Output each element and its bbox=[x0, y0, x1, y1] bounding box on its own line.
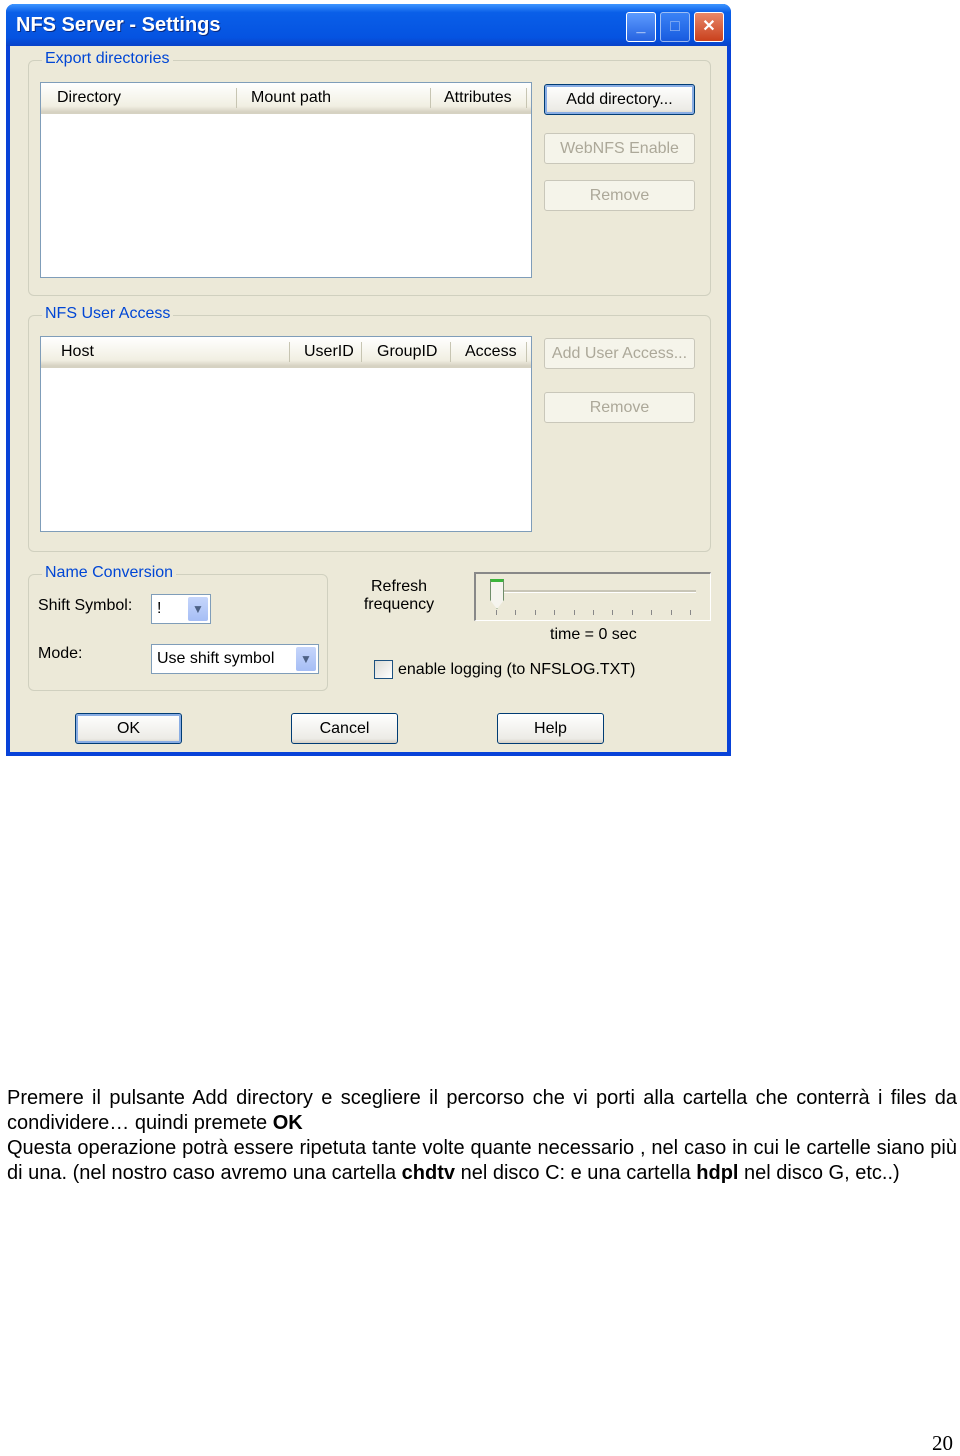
list-header: Directory Mount path Attributes bbox=[41, 83, 531, 114]
column-userid[interactable]: UserID bbox=[304, 343, 354, 361]
refresh-label: Refresh frequency bbox=[363, 578, 435, 613]
user-access-list[interactable]: Host UserID GroupID Access bbox=[40, 336, 532, 532]
column-access[interactable]: Access bbox=[465, 343, 517, 361]
document-body: Premere il pulsante Add directory e sceg… bbox=[7, 1086, 957, 1186]
column-mount-path[interactable]: Mount path bbox=[251, 89, 331, 107]
name-conversion-legend: Name Conversion bbox=[42, 564, 177, 582]
slider-tick bbox=[631, 610, 633, 615]
enable-logging-checkbox[interactable] bbox=[374, 660, 393, 679]
shift-symbol-value: ! bbox=[157, 600, 162, 617]
column-host[interactable]: Host bbox=[61, 343, 94, 361]
close-icon[interactable]: ✕ bbox=[694, 12, 724, 42]
paragraph-2: Questa operazione potrà essere ripetuta … bbox=[7, 1137, 957, 1184]
add-user-access-button[interactable]: Add User Access... bbox=[544, 338, 695, 369]
enable-logging-label[interactable]: enable logging (to NFSLOG.TXT) bbox=[398, 661, 635, 679]
help-button[interactable]: Help bbox=[497, 713, 604, 744]
shift-symbol-label: Shift Symbol: bbox=[38, 597, 133, 614]
remove-directory-button[interactable]: Remove bbox=[544, 180, 695, 211]
column-attributes[interactable]: Attributes bbox=[444, 89, 512, 107]
slider-tick bbox=[593, 610, 594, 615]
cancel-button[interactable]: Cancel bbox=[291, 713, 398, 744]
column-groupid[interactable]: GroupID bbox=[377, 343, 437, 361]
refresh-frequency-slider[interactable] bbox=[474, 572, 711, 621]
slider-tick bbox=[554, 610, 556, 615]
mode-label: Mode: bbox=[38, 645, 83, 662]
webnfs-enable-button[interactable]: WebNFS Enable bbox=[544, 133, 695, 164]
list-header: Host UserID GroupID Access bbox=[41, 337, 531, 368]
remove-user-access-button[interactable]: Remove bbox=[544, 392, 695, 423]
title-bar[interactable]: NFS Server - Settings _ □ ✕ bbox=[6, 4, 731, 46]
shift-symbol-select[interactable]: ! ▼ bbox=[151, 594, 211, 624]
slider-track bbox=[490, 590, 696, 593]
minimize-icon[interactable]: _ bbox=[626, 12, 656, 42]
slider-tick bbox=[651, 610, 653, 615]
paragraph-1: Premere il pulsante Add directory e sceg… bbox=[7, 1087, 957, 1134]
slider-tick bbox=[573, 610, 575, 615]
mode-select[interactable]: Use shift symbol ▼ bbox=[151, 644, 319, 674]
window-title: NFS Server - Settings bbox=[16, 14, 221, 36]
export-directories-legend: Export directories bbox=[42, 50, 173, 68]
mode-value: Use shift symbol bbox=[157, 650, 275, 667]
nfs-user-access-legend: NFS User Access bbox=[42, 305, 174, 323]
slider-tick bbox=[496, 610, 497, 615]
chevron-down-icon[interactable]: ▼ bbox=[188, 597, 208, 621]
slider-thumb[interactable] bbox=[490, 579, 504, 609]
chevron-down-icon[interactable]: ▼ bbox=[296, 647, 316, 671]
slider-tick bbox=[612, 610, 614, 615]
ok-button[interactable]: OK bbox=[75, 713, 182, 744]
column-directory[interactable]: Directory bbox=[57, 89, 121, 107]
slider-tick bbox=[670, 610, 672, 615]
page-number: 20 bbox=[932, 1431, 953, 1455]
maximize-icon[interactable]: □ bbox=[660, 12, 690, 42]
export-directories-list[interactable]: Directory Mount path Attributes bbox=[40, 82, 532, 278]
slider-tick bbox=[534, 610, 536, 615]
slider-tick bbox=[690, 610, 691, 615]
slider-tick bbox=[515, 610, 517, 615]
add-directory-button[interactable]: Add directory... bbox=[544, 84, 695, 115]
time-readout: time = 0 sec bbox=[550, 626, 637, 643]
